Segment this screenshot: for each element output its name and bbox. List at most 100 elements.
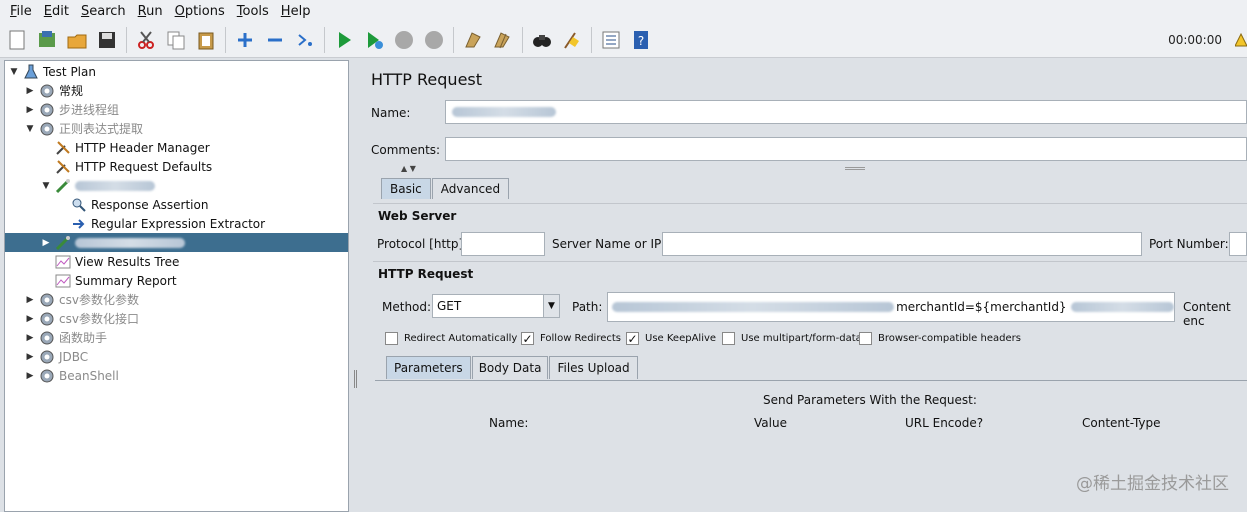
collapsed-arrow-icon[interactable]: ▶ xyxy=(25,295,35,305)
tree-node[interactable]: ▶ 函数助手 xyxy=(5,328,107,347)
tree-node[interactable]: HTTP Header Manager xyxy=(5,138,210,157)
clear-icon[interactable] xyxy=(460,27,486,53)
clear-all-icon[interactable] xyxy=(490,27,516,53)
use-multipart-checkbox[interactable]: Use multipart/form-data xyxy=(722,332,862,345)
tab-basic[interactable]: Basic xyxy=(381,178,431,199)
comments-label: Comments: xyxy=(371,143,441,157)
chevron-down-icon[interactable]: ▼ xyxy=(543,295,559,317)
column-value[interactable]: Value xyxy=(754,416,787,430)
menu-help[interactable]: Help xyxy=(275,4,317,19)
method-select[interactable]: GET ▼ xyxy=(432,294,560,318)
tab-advanced[interactable]: Advanced xyxy=(431,178,510,199)
menu-search[interactable]: Search xyxy=(75,4,132,19)
expanded-arrow-icon[interactable]: ▼ xyxy=(25,124,35,134)
tab-files-upload[interactable]: Files Upload xyxy=(549,356,638,379)
tree-node-label: 常规 xyxy=(59,84,84,98)
warning-icon[interactable] xyxy=(1235,33,1247,47)
expanded-arrow-icon[interactable]: ▼ xyxy=(9,67,19,77)
tree-node-label: HTTP Header Manager xyxy=(75,140,210,155)
gear-icon xyxy=(39,349,55,365)
tree-node[interactable]: ▶ 常规 xyxy=(5,81,83,100)
tree-node[interactable]: ▶ xyxy=(5,233,348,252)
tree-node[interactable]: Regular Expression Extractor xyxy=(5,214,265,233)
sampler-icon xyxy=(55,178,71,194)
use-keepalive-checkbox[interactable]: ✓ Use KeepAlive xyxy=(626,332,716,345)
cut-icon[interactable] xyxy=(133,27,159,53)
menu-run[interactable]: Run xyxy=(132,4,169,19)
menu-options[interactable]: Options xyxy=(169,4,231,19)
tree-node[interactable]: ▼ Test Plan xyxy=(5,62,96,81)
shutdown-icon[interactable] xyxy=(421,27,447,53)
tree-node[interactable]: View Results Tree xyxy=(5,252,179,271)
tree-node[interactable]: Response Assertion xyxy=(5,195,208,214)
templates-icon[interactable] xyxy=(34,27,60,53)
expand-icon[interactable] xyxy=(232,27,258,53)
column-content-type[interactable]: Content-Type xyxy=(1082,416,1161,430)
comments-field[interactable] xyxy=(445,137,1247,161)
port-input[interactable] xyxy=(1229,232,1247,256)
tree-node-label: HTTP Request Defaults xyxy=(75,159,213,174)
protocol-input[interactable] xyxy=(461,232,545,256)
tree-node[interactable]: HTTP Request Defaults xyxy=(5,157,212,176)
toggle-icon[interactable] xyxy=(292,27,318,53)
collapsed-arrow-icon[interactable]: ▶ xyxy=(25,352,35,362)
menu-tools[interactable]: Tools xyxy=(231,4,275,19)
save-icon[interactable] xyxy=(94,27,120,53)
path-input[interactable]: merchantId=${merchantId} xyxy=(607,292,1175,322)
help-icon[interactable]: ? xyxy=(628,27,654,53)
column-url-encode[interactable]: URL Encode? xyxy=(905,416,983,430)
split-grip[interactable] xyxy=(845,167,865,170)
elapsed-timer: 00:00:00 xyxy=(1168,33,1222,47)
tree-node-label: BeanShell xyxy=(59,368,119,383)
menu-file[interactable]: File xyxy=(4,4,38,19)
server-input[interactable] xyxy=(662,232,1142,256)
gear-icon xyxy=(39,330,55,346)
split-arrows-icon[interactable]: ▲ ▼ xyxy=(401,164,416,173)
column-name[interactable]: Name: xyxy=(489,416,528,430)
collapsed-arrow-icon[interactable]: ▶ xyxy=(25,371,35,381)
tree-node-label: 函数助手 xyxy=(59,331,108,345)
web-server-section: Web Server xyxy=(378,209,457,223)
collapsed-arrow-icon[interactable]: ▶ xyxy=(25,105,35,115)
paste-icon[interactable] xyxy=(193,27,219,53)
reset-search-icon[interactable] xyxy=(559,27,585,53)
tree-node[interactable]: ▼ xyxy=(5,176,155,195)
new-icon[interactable] xyxy=(4,27,30,53)
collapsed-arrow-icon[interactable]: ▶ xyxy=(25,314,35,324)
collapse-icon[interactable] xyxy=(262,27,288,53)
tree-node-label: 步进线程组 xyxy=(59,103,120,117)
search-icon[interactable] xyxy=(529,27,555,53)
tree-node[interactable]: ▶ BeanShell xyxy=(5,366,119,385)
function-helper-icon[interactable] xyxy=(598,27,624,53)
tab-body-data[interactable]: Body Data xyxy=(471,356,549,379)
tree-node[interactable]: Summary Report xyxy=(5,271,177,290)
server-label: Server Name or IP: xyxy=(552,237,666,251)
tab-parameters[interactable]: Parameters xyxy=(386,356,471,379)
gear-icon xyxy=(39,83,55,99)
copy-icon[interactable] xyxy=(163,27,189,53)
collapsed-arrow-icon[interactable]: ▶ xyxy=(41,238,51,248)
tree-node[interactable]: ▶ csv参数化接口 xyxy=(5,309,139,328)
expanded-arrow-icon[interactable]: ▼ xyxy=(41,181,51,191)
follow-redirects-checkbox[interactable]: ✓ Follow Redirects xyxy=(521,332,621,345)
tree-node[interactable]: ▼ 正则表达式提取 xyxy=(5,119,143,138)
panel-splitter[interactable] xyxy=(350,60,360,512)
collapsed-arrow-icon[interactable]: ▶ xyxy=(25,333,35,343)
test-plan-tree[interactable]: ▼ Test Plan ▶ 常规 ▶ 步进线程组 ▼ 正则表达式提取 HTTP Header M… xyxy=(4,60,349,512)
tree-node-label: JDBC xyxy=(59,349,89,364)
stop-icon[interactable] xyxy=(391,27,417,53)
collapsed-arrow-icon[interactable]: ▶ xyxy=(25,86,35,96)
redirect-automatically-checkbox[interactable]: Redirect Automatically xyxy=(385,332,517,345)
port-label: Port Number: xyxy=(1149,237,1229,251)
method-value: GET xyxy=(437,299,462,313)
browser-compatible-headers-checkbox[interactable]: Browser-compatible headers xyxy=(859,332,1021,345)
start-no-pauses-icon[interactable] xyxy=(361,27,387,53)
tree-node[interactable]: ▶ csv参数化参数 xyxy=(5,290,139,309)
name-field[interactable] xyxy=(445,100,1247,124)
start-icon[interactable] xyxy=(331,27,357,53)
tree-node[interactable]: ▶ 步进线程组 xyxy=(5,100,119,119)
gear-icon xyxy=(39,292,55,308)
open-icon[interactable] xyxy=(64,27,90,53)
menu-edit[interactable]: Edit xyxy=(38,4,75,19)
tree-node[interactable]: ▶ JDBC xyxy=(5,347,89,366)
